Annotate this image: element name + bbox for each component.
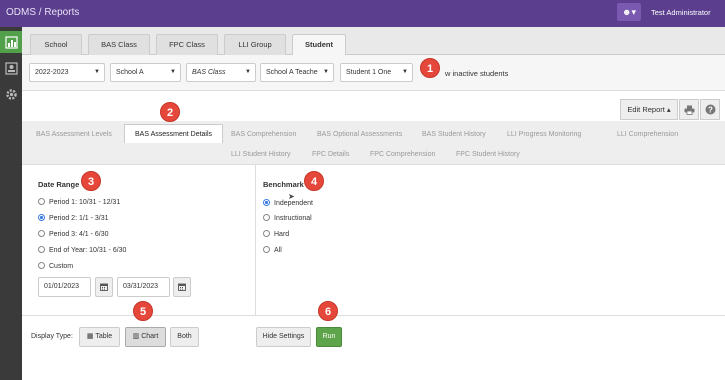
benchmark-title: Benchmark xyxy=(263,180,304,189)
help-icon[interactable]: ? xyxy=(700,99,720,120)
subtab-bas-comprehension[interactable]: BAS Comprehension xyxy=(231,131,296,138)
chevron-down-icon: ▼ xyxy=(323,69,329,75)
subtab-fpc-details[interactable]: FPC Details xyxy=(312,151,349,158)
custom-radio[interactable]: Custom xyxy=(38,262,73,270)
subtab-lli-student-history[interactable]: LLI Student History xyxy=(231,151,291,158)
subtab-lli-progress-monitoring[interactable]: LLI Progress Monitoring xyxy=(507,131,581,138)
tab-bas-class[interactable]: BAS Class xyxy=(88,34,150,55)
chevron-down-icon: ▼ xyxy=(170,69,176,75)
callout-badge-4: 4 xyxy=(304,171,324,191)
mouse-cursor-icon: ➤ xyxy=(288,192,295,201)
report-level-tabs: School BAS Class FPC Class LLI Group Stu… xyxy=(22,27,725,56)
radio-icon xyxy=(263,230,270,237)
calendar-icon[interactable] xyxy=(95,277,113,297)
period-1-radio[interactable]: Period 1: 10/31 - 12/31 xyxy=(38,198,120,206)
subtab-fpc-comprehension[interactable]: FPC Comprehension xyxy=(370,151,435,158)
table-button[interactable]: ▦ Table xyxy=(79,327,120,347)
subtab-bas-assessment-levels[interactable]: BAS Assessment Levels xyxy=(36,131,112,138)
chart-button[interactable]: ▥ Chart xyxy=(125,327,166,347)
subtab-bas-student-history[interactable]: BAS Student History xyxy=(422,131,486,138)
tab-school[interactable]: School xyxy=(30,34,82,55)
radio-icon xyxy=(263,214,270,221)
radio-checked-icon xyxy=(38,214,45,221)
end-of-year-radio[interactable]: End of Year: 10/31 - 6/30 xyxy=(38,246,126,254)
bar-chart-icon: ▥ xyxy=(132,333,140,340)
subtab-bas-optional-assessments[interactable]: BAS Optional Assessments xyxy=(317,131,402,138)
display-type-label: Display Type: xyxy=(31,333,73,340)
all-radio[interactable]: All xyxy=(263,246,282,254)
radio-icon xyxy=(38,246,45,253)
hard-radio[interactable]: Hard xyxy=(263,230,289,238)
school-select[interactable]: School A ▼ xyxy=(110,63,181,82)
run-button[interactable]: Run xyxy=(316,327,342,347)
student-card-icon[interactable] xyxy=(0,57,22,79)
radio-icon xyxy=(38,262,45,269)
instructional-radio[interactable]: Instructional xyxy=(263,214,312,222)
callout-badge-5: 5 xyxy=(133,301,153,321)
tab-lli-group[interactable]: LLI Group xyxy=(224,34,286,55)
tab-student[interactable]: Student xyxy=(292,34,346,56)
radio-icon xyxy=(263,246,270,253)
table-icon: ▦ xyxy=(86,333,94,340)
radio-icon xyxy=(38,198,45,205)
chevron-down-icon: ▼ xyxy=(402,69,408,75)
end-date-input[interactable]: 03/31/2023 xyxy=(117,277,170,297)
teacher-select[interactable]: School A Teache ▼ xyxy=(260,63,334,82)
student-select[interactable]: Student 1 One ▼ xyxy=(340,63,413,82)
report-type-tabs: BAS Assessment Levels BAS Assessment Det… xyxy=(22,121,725,165)
callout-badge-1: 1 xyxy=(420,58,440,78)
user-name: Test Administrator xyxy=(651,8,711,17)
svg-text:?: ? xyxy=(708,105,713,114)
callout-badge-2: 2 xyxy=(160,102,180,122)
edit-report-button[interactable]: Edit Report ▴ xyxy=(620,99,678,120)
start-date-input[interactable]: 01/01/2023 xyxy=(38,277,91,297)
hide-settings-button[interactable]: Hide Settings xyxy=(256,327,311,347)
callout-badge-3: 3 xyxy=(81,171,101,191)
breadcrumb: ODMS / Reports xyxy=(6,7,80,18)
both-button[interactable]: Both xyxy=(170,327,199,347)
benchmark-panel xyxy=(256,165,725,315)
subtab-bas-assessment-details[interactable]: BAS Assessment Details xyxy=(124,124,224,143)
filter-row: 2022-2023 ▼ School A ▼ BAS Class ▼ School A… xyxy=(22,55,725,91)
show-inactive-students-label[interactable]: w inactive students xyxy=(445,69,508,78)
calendar-icon[interactable] xyxy=(173,277,191,297)
radio-checked-icon xyxy=(263,199,270,206)
radio-icon xyxy=(38,230,45,237)
subtab-lli-comprehension[interactable]: LLI Comprehension xyxy=(617,131,678,138)
callout-badge-6: 6 xyxy=(318,301,338,321)
tab-fpc-class[interactable]: FPC Class xyxy=(156,34,218,55)
chevron-down-icon: ▾ xyxy=(631,7,636,17)
class-select[interactable]: BAS Class ▼ xyxy=(186,63,256,82)
left-sidebar xyxy=(0,27,22,380)
period-2-radio[interactable]: Period 2: 1/1 - 3/31 xyxy=(38,214,109,222)
user-menu-button[interactable]: ☻▾ xyxy=(617,3,641,21)
top-header: ODMS / Reports ☻▾ Test Administrator xyxy=(0,0,725,27)
print-icon[interactable] xyxy=(679,99,699,120)
subtab-fpc-student-history[interactable]: FPC Student History xyxy=(456,151,520,158)
report-toolbar: Edit Report ▴ ? xyxy=(22,91,725,121)
date-range-title: Date Range xyxy=(38,180,80,189)
school-year-select[interactable]: 2022-2023 ▼ xyxy=(29,63,105,82)
period-3-radio[interactable]: Period 3: 4/1 - 6/30 xyxy=(38,230,109,238)
reports-chart-icon[interactable] xyxy=(0,31,22,53)
chevron-down-icon: ▼ xyxy=(245,69,251,75)
chevron-down-icon: ▼ xyxy=(94,69,100,75)
gear-icon[interactable] xyxy=(0,83,22,105)
